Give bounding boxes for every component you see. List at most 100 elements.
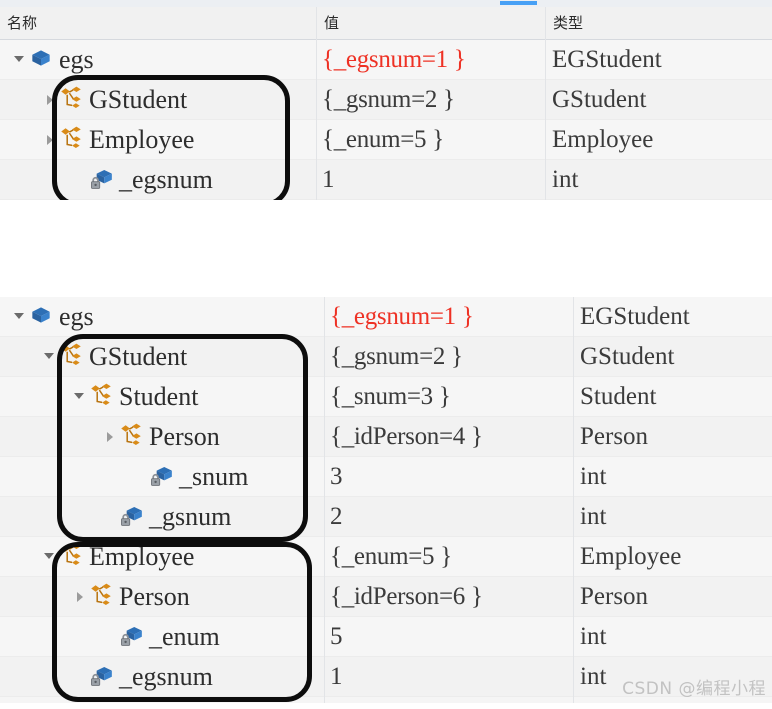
bottom-edge [0,703,772,709]
column-divider-name-value [316,7,317,200]
no-expander [72,669,88,685]
tree-node-Employee[interactable]: Employee [0,537,316,577]
cell-type: EGStudent [552,46,662,73]
cell-value[interactable]: {_gsnum=2 } [322,80,455,120]
tree-node-label: _enum [149,622,220,651]
table-row[interactable]: GStudent {_gsnum=2 } GStudent [0,80,772,120]
cell-value[interactable]: {_egsnum=1 } [330,297,474,337]
cell-value[interactable]: 5 [330,617,343,657]
column-header-type[interactable]: 类型 [546,7,772,39]
column-divider-value-type-bottom [573,297,574,709]
tree-node-label: Employee [89,542,195,571]
cell-type: int [580,463,607,490]
tree-node-label: GStudent [89,85,188,114]
column-divider-value-type [545,7,546,200]
no-expander [132,469,148,485]
chevron-right-icon[interactable] [102,429,118,445]
tree-node-Person[interactable]: Person [0,577,316,617]
tree-node-label: egs [59,45,94,74]
no-expander [102,509,118,525]
table-row[interactable]: Student {_snum=3 } Student [0,377,772,417]
cell-type: GStudent [552,86,647,113]
cell-type: int [552,166,579,193]
chevron-right-icon[interactable] [42,132,58,148]
table-row[interactable]: Employee {_enum=5 } Employee [0,120,772,160]
private-field-lock-icon [88,662,114,693]
tree-node-label: _egsnum [119,165,213,194]
tree-node-label: Student [119,382,199,411]
tree-node-field-enum[interactable]: _enum [0,617,316,657]
cell-type: GStudent [580,343,675,370]
tree-rows-top: egs {_egsnum=1 } EGStudent GStudent {_gsnum=… [0,40,772,200]
cell-value[interactable]: 3 [330,457,343,497]
cell-type: int [580,623,607,650]
chevron-down-icon[interactable] [42,549,58,565]
cell-value[interactable]: {_egsnum=1 } [322,40,466,80]
private-field-lock-icon [118,622,144,653]
chevron-right-icon[interactable] [72,589,88,605]
cell-type: Student [580,383,657,410]
active-tab-indicator[interactable] [500,1,537,5]
table-row[interactable]: Person {_idPerson=4 } Person [0,417,772,457]
cell-value[interactable]: {_enum=5 } [330,537,452,577]
tree-node-label: Person [119,582,190,611]
cell-value[interactable]: 2 [330,497,343,537]
cell-type: Person [580,423,649,450]
cell-type: EGStudent [580,303,690,330]
tree-node-egs[interactable]: egs [0,297,316,337]
cell-type: Employee [580,543,682,570]
tree-node-Employee[interactable]: Employee [0,120,316,160]
chevron-down-icon[interactable] [12,52,28,68]
base-class-icon [88,382,114,413]
cell-value[interactable]: 1 [322,160,335,200]
watch-panel-top: 名称 值 类型 egs {_egsnum=1 } EGStudent GStudent… [0,7,772,207]
table-row[interactable]: egs {_egsnum=1 } EGStudent [0,297,772,337]
tree-node-field-gsnum[interactable]: _gsnum [0,497,316,537]
table-row[interactable]: Person {_idPerson=6 } Person [0,577,772,617]
watch-panel-bottom: egs {_egsnum=1 } EGStudent GStudent {_gsnum=… [0,297,772,709]
tree-rows-bottom: egs {_egsnum=1 } EGStudent GStudent {_gsnum=… [0,297,772,697]
private-field-lock-icon [88,165,114,196]
cell-value[interactable]: {_idPerson=6 } [330,577,483,617]
table-row[interactable]: _snum 3 int [0,457,772,497]
cell-type: Person [580,583,649,610]
column-header-value[interactable]: 值 [317,7,545,39]
column-divider-name-value-bottom [324,297,325,709]
tree-node-label: Employee [89,125,195,154]
csdn-watermark: CSDN @编程小程 [622,679,766,699]
table-row[interactable]: Employee {_enum=5 } Employee [0,537,772,577]
cell-value[interactable]: 1 [330,657,343,697]
base-class-icon [58,85,84,116]
tree-node-label: _egsnum [119,662,213,691]
cell-value[interactable]: {_enum=5 } [322,120,444,160]
table-row[interactable]: GStudent {_gsnum=2 } GStudent [0,337,772,377]
cell-value[interactable]: {_idPerson=4 } [330,417,483,457]
table-row[interactable]: _egsnum 1 int [0,160,772,200]
table-row[interactable]: _gsnum 2 int [0,497,772,537]
column-header-name[interactable]: 名称 [0,7,316,39]
tree-node-Student[interactable]: Student [0,377,316,417]
tree-node-Person[interactable]: Person [0,417,316,457]
tree-node-field-egsnum[interactable]: _egsnum [0,160,316,200]
table-row[interactable]: _enum 5 int [0,617,772,657]
chevron-right-icon[interactable] [42,92,58,108]
tree-node-GStudent[interactable]: GStudent [0,80,316,120]
cell-type: Employee [552,126,654,153]
chevron-down-icon[interactable] [72,389,88,405]
cell-value[interactable]: {_gsnum=2 } [330,337,463,377]
cell-value[interactable]: {_snum=3 } [330,377,451,417]
debugger-watch-window: 名称 值 类型 egs {_egsnum=1 } EGStudent GStudent… [0,0,772,709]
no-expander [72,172,88,188]
cell-type: int [580,503,607,530]
tree-node-field-egsnum[interactable]: _egsnum [0,657,316,697]
tree-node-egs[interactable]: egs [0,40,316,80]
chevron-down-icon[interactable] [12,309,28,325]
local-variable-cube-icon [28,302,54,333]
tree-node-label: Person [149,422,220,451]
table-row[interactable]: egs {_egsnum=1 } EGStudent [0,40,772,80]
tree-node-GStudent[interactable]: GStudent [0,337,316,377]
base-class-icon [58,542,84,573]
chevron-down-icon[interactable] [42,349,58,365]
tree-node-field-snum[interactable]: _snum [0,457,316,497]
tree-node-label: _gsnum [149,502,232,531]
